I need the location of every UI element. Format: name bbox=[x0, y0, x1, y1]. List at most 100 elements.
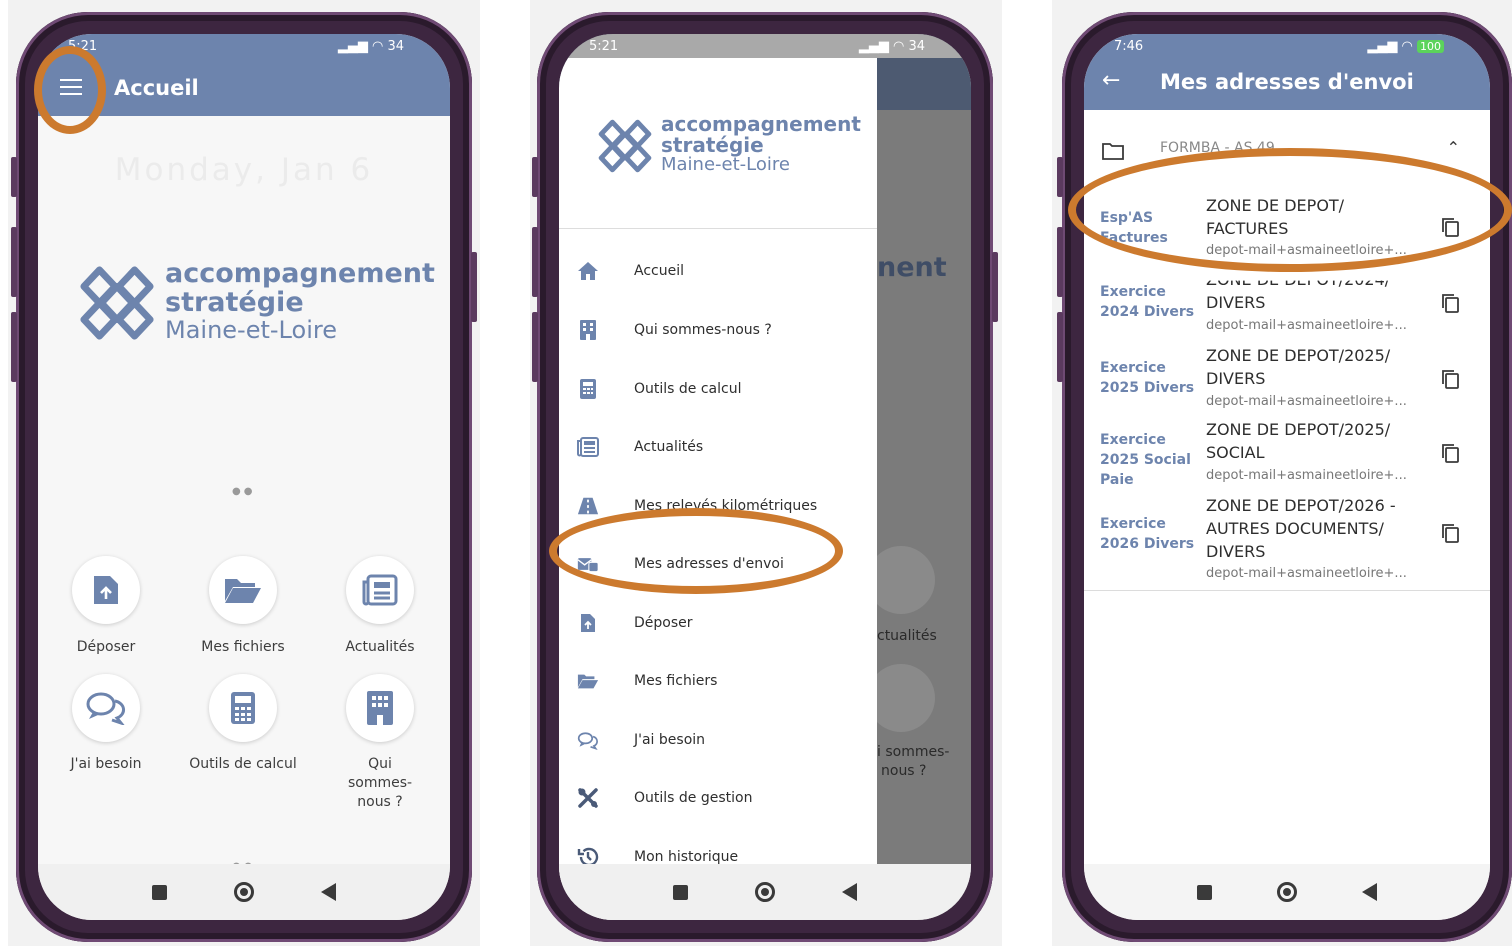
status-time: 5:21 bbox=[68, 38, 98, 54]
address-row[interactable]: Exercice 2024 Divers ZONE DE DEPOT/2024/D… bbox=[1084, 266, 1490, 340]
copy-icon[interactable] bbox=[1440, 442, 1460, 464]
home-icon bbox=[577, 260, 599, 282]
folder-icon bbox=[1102, 143, 1124, 160]
menu-item-outils-de-gestion[interactable]: Outils de gestion bbox=[559, 778, 877, 818]
address-row[interactable]: Exercice 2026 Divers ZONE DE DEPOT/2026 -… bbox=[1084, 492, 1490, 588]
chevron-up-icon[interactable]: ⌃ bbox=[1447, 138, 1460, 157]
menu-item-label: Mes adresses d'envoi bbox=[634, 556, 784, 572]
upload-file-icon bbox=[577, 612, 599, 634]
menu-icon[interactable] bbox=[60, 79, 82, 95]
menu-item-qui-sommes-nous[interactable]: Qui sommes-nous ? bbox=[559, 310, 877, 350]
address-zone: ZONE DE DEPOT/2026 - AUTRES DOCUMENTS/DIV… bbox=[1206, 496, 1396, 561]
chat-bubbles-icon bbox=[577, 729, 599, 751]
menu-item-label: Actualités bbox=[634, 439, 704, 455]
phone-addresses: 7:46 ▂▄▆ ◠ 100 ← Mes adresses d'envoi FO… bbox=[1057, 12, 1512, 942]
date-label: Monday, Jan 6 bbox=[114, 152, 374, 188]
address-label: Exercice 2026 Divers bbox=[1100, 516, 1195, 552]
menu-item-mes-adresses-envoi[interactable]: Mes adresses d'envoi bbox=[559, 544, 877, 584]
tools-icon bbox=[577, 787, 599, 809]
status-icons: ▂▄▆ ◠ 34 bbox=[858, 38, 925, 54]
copy-icon[interactable] bbox=[1440, 368, 1460, 390]
system-nav-bar bbox=[559, 864, 971, 920]
recents-icon[interactable] bbox=[1196, 884, 1212, 900]
menu-item-deposer[interactable]: Déposer bbox=[559, 603, 877, 643]
building-icon bbox=[577, 319, 599, 341]
copy-icon[interactable] bbox=[1440, 522, 1460, 544]
shortcut-label: Outils de calcul bbox=[189, 756, 297, 772]
address-email: depot-mail+asmaineetloire+... bbox=[1206, 243, 1407, 258]
home-nav-icon[interactable] bbox=[1276, 882, 1297, 902]
logo-line-3: Maine-et-Loire bbox=[661, 154, 790, 175]
shortcut-actualites[interactable] bbox=[346, 556, 414, 624]
back-nav-icon[interactable] bbox=[842, 883, 858, 901]
system-nav-bar bbox=[38, 864, 450, 920]
menu-item-outils-de-calcul[interactable]: Outils de calcul bbox=[559, 369, 877, 409]
side-button bbox=[532, 157, 538, 197]
menu-item-label: Déposer bbox=[634, 615, 693, 631]
address-row[interactable]: Esp'AS Factures ZONE DE DEPOT/FACTURES de… bbox=[1084, 184, 1490, 264]
road-icon bbox=[577, 495, 599, 517]
logo: accompagnement stratégie Maine-et-Loire bbox=[78, 260, 435, 350]
home-nav-icon[interactable] bbox=[233, 882, 254, 902]
address-email: depot-mail+asmaineetloire+... bbox=[1206, 566, 1407, 581]
page-indicator: ●● bbox=[232, 486, 256, 497]
recents-icon[interactable] bbox=[672, 884, 688, 900]
list-divider bbox=[1084, 590, 1490, 591]
back-nav-icon[interactable] bbox=[321, 883, 337, 901]
side-button bbox=[532, 312, 538, 382]
menu-item-label: Accueil bbox=[634, 263, 684, 279]
address-zone: ZONE DE DEPOT/2024/DIVERS bbox=[1206, 270, 1391, 312]
background-label: ctualités bbox=[877, 628, 937, 644]
menu-item-label: Mes relevés kilométriques bbox=[634, 498, 818, 514]
folder-open-icon bbox=[577, 670, 599, 692]
background-label: nous ? bbox=[881, 763, 927, 779]
newspaper-icon bbox=[577, 436, 599, 458]
shortcut-jai-besoin[interactable] bbox=[72, 674, 140, 742]
address-email: depot-mail+asmaineetloire+... bbox=[1206, 394, 1407, 409]
menu-item-label: Outils de calcul bbox=[634, 381, 742, 397]
shortcut-qui-sommes-nous[interactable] bbox=[346, 674, 414, 742]
folder-name: FORMBA - AS 49 bbox=[1160, 140, 1275, 156]
menu-item-actualites[interactable]: Actualités bbox=[559, 427, 877, 467]
page-title: Mes adresses d'envoi bbox=[1160, 70, 1414, 94]
phone-menu: nent ctualités i sommes- nous ? 5:21 ▂▄▆… bbox=[532, 12, 998, 942]
app-bar: 7:46 ▂▄▆ ◠ 100 ← Mes adresses d'envoi bbox=[1084, 34, 1490, 110]
status-icons: ▂▄▆ ◠ 100 bbox=[1367, 39, 1444, 54]
logo-line-2: stratégie bbox=[661, 133, 764, 157]
logo-line-3: Maine-et-Loire bbox=[165, 316, 337, 344]
side-button bbox=[1057, 227, 1063, 297]
side-button bbox=[471, 252, 477, 322]
folder-header[interactable]: FORMBA - AS 49 ⌃ bbox=[1084, 130, 1490, 170]
logo-line-1: accompagnement bbox=[661, 112, 861, 136]
menu-item-releves-kilometriques[interactable]: Mes relevés kilométriques bbox=[559, 486, 877, 526]
shortcut-label: Qui sommes-nous ? bbox=[347, 756, 413, 810]
menu-item-label: Mon historique bbox=[634, 849, 739, 865]
address-email: depot-mail+asmaineetloire+... bbox=[1206, 468, 1407, 483]
screen-home: 5:21 ▂▄▆ ◠ 34 Accueil Monday, Jan 6 acco… bbox=[38, 34, 450, 920]
menu-item-jai-besoin[interactable]: J'ai besoin bbox=[559, 720, 877, 760]
address-row[interactable]: Exercice 2025 Divers ZONE DE DEPOT/2025/D… bbox=[1084, 342, 1490, 416]
side-button bbox=[1057, 157, 1063, 197]
back-arrow-icon[interactable]: ← bbox=[1102, 68, 1120, 93]
shortcut-mes-fichiers[interactable] bbox=[209, 556, 277, 624]
menu-item-accueil[interactable]: Accueil bbox=[559, 251, 877, 291]
back-nav-icon[interactable] bbox=[1362, 883, 1378, 901]
logo-mark-icon bbox=[78, 264, 156, 342]
recents-icon[interactable] bbox=[151, 884, 167, 900]
menu-item-mes-fichiers[interactable]: Mes fichiers bbox=[559, 661, 877, 701]
app-bar: 5:21 ▂▄▆ ◠ 34 Accueil bbox=[38, 34, 450, 116]
logo-mark-icon bbox=[597, 118, 653, 174]
side-button bbox=[1057, 312, 1063, 382]
address-zone: ZONE DE DEPOT/2025/SOCIAL bbox=[1206, 420, 1391, 462]
status-time: 7:46 bbox=[1114, 38, 1144, 54]
shortcut-label: Actualités bbox=[345, 639, 415, 655]
address-row[interactable]: Exercice 2025 Social Paie ZONE DE DEPOT/20… bbox=[1084, 418, 1490, 492]
home-nav-icon[interactable] bbox=[754, 882, 775, 902]
status-bar: 5:21 ▂▄▆ ◠ 34 bbox=[38, 34, 450, 58]
calculator-icon bbox=[231, 692, 255, 724]
shortcut-deposer[interactable] bbox=[72, 556, 140, 624]
copy-icon[interactable] bbox=[1440, 292, 1460, 314]
menu-item-label: J'ai besoin bbox=[634, 732, 706, 748]
shortcut-outils-de-calcul[interactable] bbox=[209, 674, 277, 742]
copy-icon[interactable] bbox=[1440, 216, 1460, 238]
